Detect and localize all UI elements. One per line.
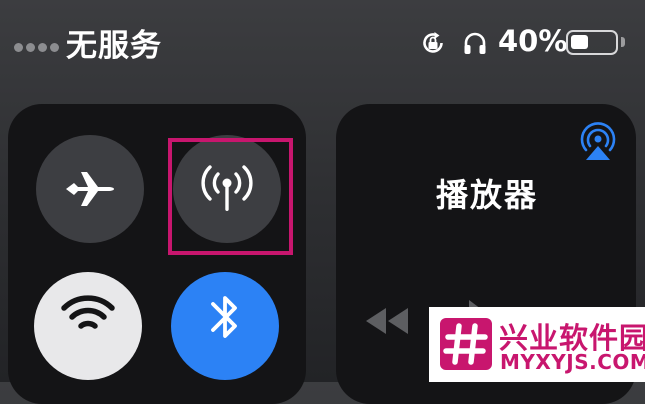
rotation-lock-icon xyxy=(423,32,443,53)
battery-fill xyxy=(571,35,588,49)
headphones-icon xyxy=(464,32,486,54)
status-bar: 无服务 40% xyxy=(0,0,645,80)
signal-dots-icon xyxy=(14,43,59,52)
wifi-icon xyxy=(61,295,115,329)
bluetooth-icon xyxy=(211,296,237,338)
battery-cap xyxy=(621,37,625,47)
battery-icon xyxy=(566,30,618,55)
airplane-mode-toggle[interactable] xyxy=(36,135,144,243)
airplane-icon xyxy=(66,172,114,206)
bluetooth-toggle[interactable] xyxy=(171,272,279,380)
watermark-url: MYXYJS.COM xyxy=(500,350,645,374)
airplay-icon[interactable] xyxy=(578,122,618,162)
rewind-icon[interactable] xyxy=(364,306,410,336)
hash-logo-icon xyxy=(440,318,492,370)
wifi-toggle[interactable] xyxy=(34,272,142,380)
watermark: 兴业软件园 MYXYJS.COM xyxy=(429,307,645,382)
battery-percentage: 40% xyxy=(498,24,568,58)
carrier-label: 无服务 xyxy=(66,28,162,64)
media-player-title: 播放器 xyxy=(436,176,539,214)
cellular-highlight-box xyxy=(168,138,293,255)
